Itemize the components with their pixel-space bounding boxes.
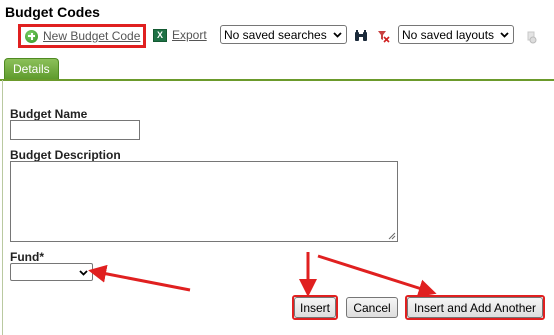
binoculars-icon[interactable] <box>354 29 368 43</box>
budget-description-label: Budget Description <box>10 148 121 162</box>
insert-button[interactable]: Insert <box>294 297 336 318</box>
settings-icon[interactable] <box>526 31 538 44</box>
chevron-down-icon <box>500 32 509 38</box>
budget-description-textarea[interactable] <box>10 161 398 242</box>
saved-layouts-value: No saved layouts <box>402 27 495 42</box>
page-title: Budget Codes <box>5 4 100 20</box>
export-button[interactable]: X Export <box>153 28 207 42</box>
chevron-down-icon <box>333 32 342 38</box>
new-budget-code-button[interactable]: New Budget Code <box>18 24 146 48</box>
chevron-down-icon <box>79 270 88 276</box>
resize-grip-icon[interactable] <box>388 232 396 240</box>
saved-layouts-select[interactable]: No saved layouts <box>398 25 514 44</box>
budget-name-input[interactable] <box>10 120 140 140</box>
cancel-button[interactable]: Cancel <box>346 297 398 318</box>
saved-searches-select[interactable]: No saved searches <box>220 25 347 44</box>
tab-bar: Details <box>0 57 554 81</box>
tab-details[interactable]: Details <box>4 58 59 79</box>
toolbar: New Budget Code X Export No saved search… <box>0 22 554 52</box>
insert-and-add-another-button[interactable]: Insert and Add Another <box>407 297 543 318</box>
new-budget-code-label: New Budget Code <box>43 29 141 43</box>
filter-clear-icon[interactable] <box>377 30 390 43</box>
export-label: Export <box>172 28 207 42</box>
excel-icon: X <box>153 28 167 42</box>
fund-select[interactable] <box>10 263 93 281</box>
plus-circle-icon <box>25 29 38 43</box>
fund-label: Fund* <box>10 250 44 264</box>
saved-searches-value: No saved searches <box>224 27 327 42</box>
budget-name-label: Budget Name <box>10 107 88 121</box>
